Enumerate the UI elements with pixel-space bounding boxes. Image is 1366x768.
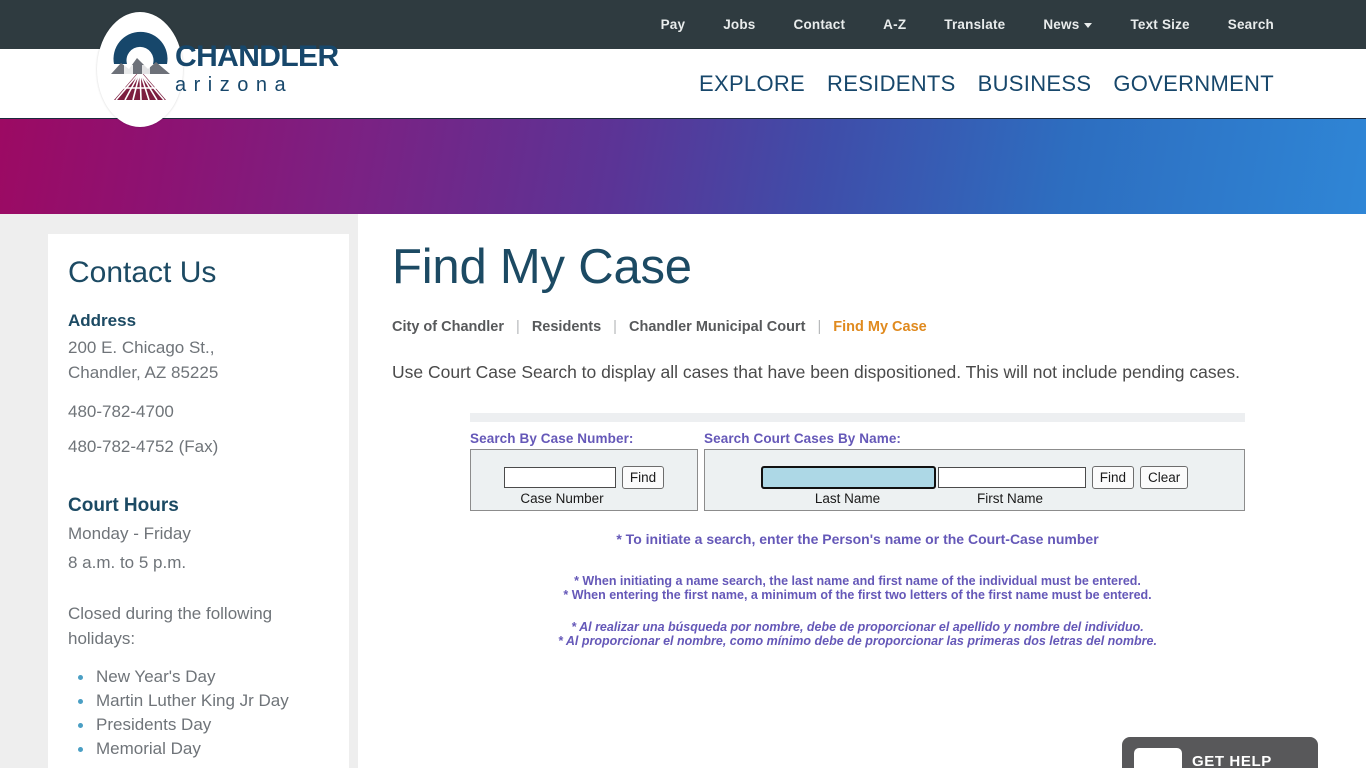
sidebar-column: Contact Us Address 200 E. Chicago St., C… (0, 214, 358, 768)
breadcrumb-item-city-of-chandler[interactable]: City of Chandler (392, 319, 504, 335)
logo-text-arizona: arizona (175, 74, 294, 96)
chevron-down-icon (1084, 22, 1093, 28)
case-number-panel-box: Find Case Number (470, 449, 698, 512)
fax-link[interactable]: 480-782-4752 (Fax) (68, 434, 329, 459)
breadcrumb: City of Chandler | Residents | Chandler … (392, 319, 1306, 335)
search-notice-spanish-line-2: * Al proporcionar el nombre, como mínimo… (558, 634, 1157, 649)
name-labels-row: Last Name First Name (717, 491, 1232, 506)
case-number-input[interactable] (503, 467, 616, 489)
search-notice-english-line-2: * When entering the first name, a minimu… (563, 588, 1152, 603)
name-panel-legend: Search Court Cases By Name: (704, 431, 902, 447)
case-number-field-row: Find (483, 466, 685, 490)
name-field-row: Find Clear (717, 466, 1232, 490)
get-help-chat-widget[interactable]: GET HELP (1122, 737, 1318, 768)
search-notice-spanish-line-1: * Al realizar una búsqueda por nombre, d… (571, 620, 1144, 635)
court-case-search-app: Search By Case Number: Find Case Number (470, 413, 1245, 649)
page-body: Contact Us Address 200 E. Chicago St., C… (0, 214, 1366, 768)
phone-link[interactable]: 480-782-4700 (68, 399, 329, 424)
address-heading: Address (68, 311, 137, 330)
name-find-button[interactable]: Find (1091, 466, 1134, 490)
utility-link-jobs[interactable]: Jobs (723, 17, 755, 32)
sidebar-title: Contact Us (68, 256, 217, 289)
site-logo[interactable]: CHANDLER arizona (97, 0, 339, 138)
utility-link-contact[interactable]: Contact (794, 17, 846, 32)
utility-link-search[interactable]: Search (1228, 17, 1274, 32)
search-by-name-panel: Search Court Cases By Name: Find Clear L… (704, 431, 1245, 512)
search-notice-spanish: * Al realizar una búsqueda por nombre, d… (470, 620, 1245, 648)
search-notice-english: * When initiating a name search, the las… (470, 574, 1245, 602)
site-header: CHANDLER arizona EXPLORE RESIDENTS BUSIN… (0, 12, 1366, 127)
case-number-field-label: Case Number (520, 491, 604, 507)
utility-link-news[interactable]: News (1043, 17, 1093, 32)
nav-item-explore[interactable]: EXPLORE (699, 71, 805, 97)
search-notice-english-line-1: * When initiating a name search, the las… (574, 574, 1141, 589)
court-hours-heading: Court Hours (68, 495, 179, 516)
case-number-labels-row: Case Number (483, 491, 685, 506)
first-name-field-label: First Name (976, 491, 1043, 507)
intro-paragraph: Use Court Case Search to display all cas… (392, 362, 1240, 383)
breadcrumb-item-residents[interactable]: Residents (532, 319, 601, 335)
main-navigation: EXPLORE RESIDENTS BUSINESS GOVERNMENT (699, 71, 1274, 97)
get-help-label: GET HELP (1192, 752, 1272, 768)
holiday-list: New Year's Day Martin Luther King Jr Day… (68, 665, 329, 761)
last-name-input[interactable] (760, 466, 936, 490)
list-item: New Year's Day (78, 665, 329, 689)
app-top-strip (470, 413, 1245, 423)
breadcrumb-separator: | (516, 319, 520, 336)
breadcrumb-separator: | (817, 319, 822, 336)
list-item: Presidents Day (78, 713, 329, 737)
utility-link-news-label: News (1043, 17, 1080, 32)
utility-link-pay[interactable]: Pay (661, 17, 686, 32)
breadcrumb-item-find-my-case: Find My Case (833, 319, 927, 336)
address-value: 200 E. Chicago St., Chandler, AZ 85225 (68, 338, 219, 382)
first-name-input[interactable] (937, 467, 1086, 489)
name-panel-box: Find Clear Last Name First Name (704, 449, 1245, 512)
search-by-case-number-panel: Search By Case Number: Find Case Number (470, 431, 698, 512)
case-number-panel-legend: Search By Case Number: (470, 431, 634, 447)
search-panels-row: Search By Case Number: Find Case Number (470, 431, 1245, 512)
court-hours-times: 8 a.m. to 5 p.m. (68, 553, 187, 572)
chat-bubble-icon (1134, 748, 1182, 768)
name-clear-button[interactable]: Clear (1140, 466, 1189, 490)
breadcrumb-separator: | (613, 319, 617, 336)
utility-link-a-z[interactable]: A-Z (883, 17, 906, 32)
main-content: Find My Case City of Chandler | Resident… (358, 214, 1366, 768)
logo-wordmark: CHANDLER arizona (175, 40, 339, 96)
nav-item-government[interactable]: GOVERNMENT (1113, 71, 1274, 97)
case-number-find-button[interactable]: Find (621, 466, 665, 490)
breadcrumb-item-chandler-municipal-court[interactable]: Chandler Municipal Court (629, 319, 805, 335)
utility-link-translate[interactable]: Translate (944, 17, 1005, 32)
nav-item-residents[interactable]: RESIDENTS (827, 71, 956, 97)
nav-item-business[interactable]: BUSINESS (978, 71, 1092, 97)
last-name-field-label: Last Name (814, 491, 881, 507)
contact-us-card: Contact Us Address 200 E. Chicago St., C… (48, 234, 349, 768)
list-item: Memorial Day (78, 737, 329, 761)
chandler-emblem-icon (106, 20, 176, 110)
page-title: Find My Case (392, 240, 692, 294)
court-hours-days: Monday - Friday (68, 524, 191, 543)
closed-holidays-note: Closed during the following holidays: (68, 604, 273, 648)
utility-link-text-size[interactable]: Text Size (1130, 17, 1189, 32)
logo-text-chandler: CHANDLER (175, 40, 339, 73)
search-notice-primary: * To initiate a search, enter the Person… (616, 531, 1099, 548)
list-item: Martin Luther King Jr Day (78, 689, 329, 713)
